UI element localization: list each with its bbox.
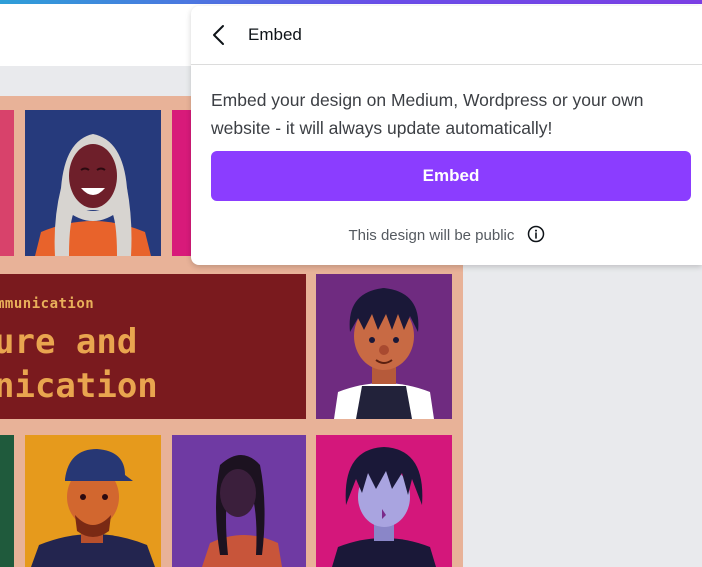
tile-magenta-partial [172, 110, 192, 256]
design-title: ure and nication [0, 320, 158, 408]
illustration-boy-vest [316, 274, 452, 419]
panel-title: Embed [248, 25, 302, 44]
tile-pink-partial [0, 110, 14, 256]
design-title-line1: ure and [0, 322, 138, 362]
embed-panel: Embed Embed your design on Medium, Wordp… [191, 6, 702, 265]
embed-panel-header: Embed [191, 6, 702, 65]
design-subtitle: mmunication [0, 296, 95, 312]
illustration-man-cap [25, 435, 161, 567]
info-circle-icon[interactable] [527, 225, 545, 247]
chevron-left-icon[interactable] [205, 20, 235, 50]
public-note-row: This design will be public [191, 225, 702, 247]
top-gradient-strip [0, 0, 702, 4]
design-title-panel: mmunication ure and nication [0, 274, 306, 419]
embed-description: Embed your design on Medium, Wordpress o… [211, 90, 644, 138]
illustration-woman-braids [172, 435, 306, 567]
design-title-line2: nication [0, 366, 158, 406]
embed-button[interactable]: Embed [211, 151, 691, 201]
illustration-girl-purple [316, 435, 452, 567]
public-note: This design will be public [348, 226, 515, 244]
illustration-woman-hijab [25, 110, 161, 256]
tile-green-partial [0, 435, 14, 567]
